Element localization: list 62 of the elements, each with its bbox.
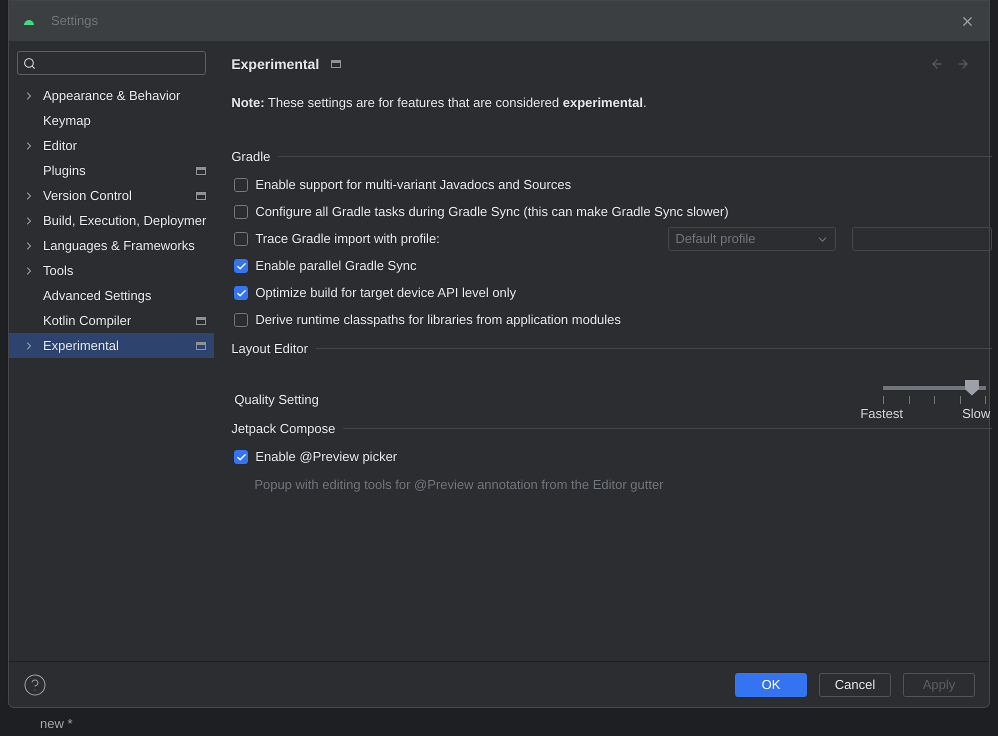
badge-icon	[196, 166, 206, 174]
option-label: Enable parallel Gradle Sync	[255, 257, 416, 276]
dialog-button[interactable]: Cancel	[819, 672, 891, 696]
section-title: Gradle	[231, 148, 270, 166]
badge-icon	[196, 342, 206, 350]
search-field[interactable]	[17, 51, 206, 75]
sidebar-item[interactable]: Plugins	[9, 158, 214, 183]
input-field[interactable]	[852, 227, 992, 251]
dialog-button[interactable]: OK	[735, 672, 807, 696]
check-icon	[236, 260, 247, 272]
checkbox[interactable]	[234, 178, 248, 192]
note-text: Note: These settings are for features that are considered experimental.	[231, 94, 648, 112]
option-label: Enable support for multi-variant Javadocs and Sources	[255, 176, 572, 194]
section-title: Layout Editor	[231, 340, 308, 358]
item-label: Kotlin Compiler	[43, 312, 132, 330]
item-label: Version Control	[43, 186, 133, 205]
option-label: Configure all Gradle tasks during Gradle Sync (this can make Gradle Sync slower)	[255, 203, 729, 222]
checkbox[interactable]	[234, 286, 248, 300]
item-label: Editor	[43, 136, 78, 155]
sidebar-item[interactable]: Editor	[9, 133, 214, 158]
sidebar-item[interactable]: Version Control	[9, 183, 214, 208]
checkbox[interactable]	[234, 450, 248, 464]
option-label: Derive runtime classpaths for libraries from application modules	[255, 311, 621, 330]
item-label: Languages & Frameworks	[43, 236, 196, 255]
option-description: Popup with editing tools for @Preview annotation from the Editor gutter	[253, 476, 665, 494]
badge-icon	[196, 192, 206, 200]
window-title: Settings	[51, 12, 99, 30]
sidebar-item[interactable]: Keymap	[9, 108, 214, 133]
section-title: Jetpack Compose	[231, 420, 336, 438]
item-label: Plugins	[43, 162, 87, 180]
help-icon[interactable]	[23, 672, 47, 696]
sidebar-item[interactable]: Build, Execution, Deploymer	[9, 208, 214, 233]
item-label: Advanced Settings	[43, 286, 152, 305]
checkbox[interactable]	[234, 313, 248, 327]
slider-max-label: Slow	[962, 404, 990, 422]
item-label: Keymap	[43, 112, 92, 130]
editor-tab-label: new *	[40, 716, 73, 731]
item-label: Appearance & Behavior	[43, 86, 182, 105]
option-label: Optimize build for target device API level only	[255, 284, 516, 302]
sidebar-item[interactable]: Experimental	[9, 333, 214, 358]
search-icon	[23, 56, 36, 70]
item-label: Experimental	[43, 336, 120, 355]
checkbox[interactable]	[234, 232, 248, 246]
checkbox[interactable]	[234, 259, 248, 273]
option-label: Enable @Preview picker	[255, 448, 398, 466]
page-title: Experimental	[231, 54, 320, 74]
checkbox[interactable]	[234, 205, 248, 219]
item-label: Tools	[43, 262, 74, 280]
badge-icon	[331, 60, 342, 68]
check-icon	[236, 452, 247, 462]
option-label: Trace Gradle import with profile:	[255, 230, 440, 248]
item-label: Build, Execution, Deploymer	[43, 212, 206, 230]
check-icon	[236, 288, 247, 298]
sidebar-item[interactable]: Tools	[9, 258, 214, 283]
sidebar-item[interactable]: Kotlin Compiler	[9, 308, 214, 333]
slider-thumb[interactable]	[964, 380, 979, 396]
sidebar-item[interactable]: Appearance & Behavior	[9, 83, 214, 108]
sidebar-item[interactable]: Languages & Frameworks	[9, 233, 214, 258]
setting-label: Quality Setting	[234, 390, 319, 409]
badge-icon	[196, 316, 206, 324]
slider-min-label: Fastest	[860, 404, 903, 422]
sidebar-item[interactable]: Advanced Settings	[9, 283, 214, 308]
